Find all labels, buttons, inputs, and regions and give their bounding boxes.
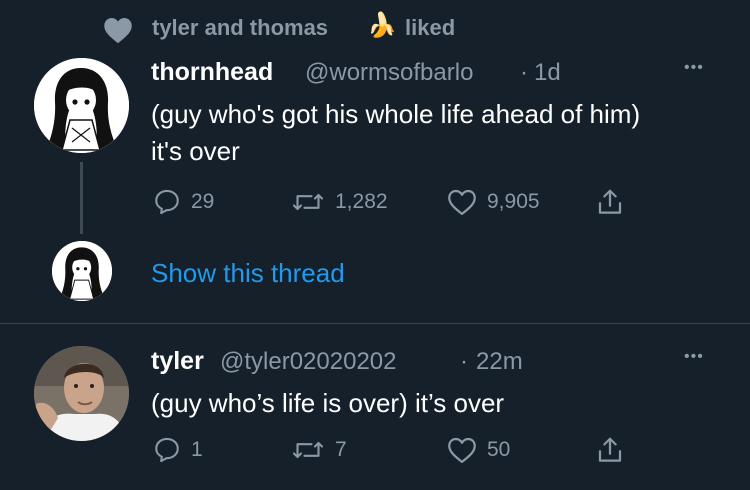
like-button[interactable]: 9,905 [447,188,540,216]
retweet-icon [292,193,324,211]
tweet-text-line-1: (guy who’s life is over) it’s over [151,388,505,418]
anime-girl-avatar-image [34,58,129,153]
more-options-icon[interactable]: ••• [684,348,704,366]
liked-label: liked [405,15,456,40]
share-icon[interactable] [595,435,625,465]
like-button[interactable]: 50 [447,436,510,464]
tweet-timestamp[interactable]: 22m [476,348,523,376]
tweet-1[interactable]: thornhead @wormsofbarlo · 1d ••• (guy wh… [0,58,750,323]
man-portrait-avatar-image [34,346,129,441]
thread-connector-line [80,162,83,234]
retweet-button[interactable]: 7 [291,436,347,464]
retweet-count: 1,282 [335,190,388,213]
show-thread-link[interactable]: Show this thread [151,258,345,289]
retweet-count: 7 [335,438,347,461]
retweet-icon [292,441,324,459]
liked-by-names[interactable]: tyler and thomas [152,15,328,41]
share-icon[interactable] [595,187,625,217]
display-name[interactable]: thornhead [151,58,273,87]
like-count: 50 [487,438,511,461]
reply-button[interactable]: 1 [153,436,203,464]
banana-emoji: 🍌 [367,12,397,39]
separator-dot: · [520,59,528,86]
heart-icon [104,18,132,44]
like-icon [448,189,476,215]
like-icon [448,437,476,463]
tweet-text-line-1: (guy who's got his whole life ahead of h… [151,99,641,129]
user-handle[interactable]: @wormsofbarlo [305,59,473,87]
tweet-timestamp[interactable]: 1d [534,59,561,87]
retweet-button[interactable]: 1,282 [291,188,388,216]
user-handle[interactable]: @tyler02020202 [220,348,396,376]
avatar-tyler[interactable] [34,346,129,441]
tweet-text-line-2: it's over [151,136,240,166]
display-name[interactable]: tyler [151,347,204,376]
more-options-icon[interactable]: ••• [684,59,704,77]
reply-count: 29 [191,190,215,213]
tweet-2[interactable]: tyler @tyler02020202 · 22m ••• (guy who’… [0,324,750,490]
reply-icon [155,189,179,215]
anime-girl-avatar-small-image [52,241,112,301]
reply-icon [155,437,179,463]
avatar-thornhead[interactable] [34,58,129,153]
avatar-thornhead-small[interactable] [52,241,112,301]
like-count: 9,905 [487,190,540,213]
tweet-text: (guy who's got his whole life ahead of h… [151,96,640,170]
reply-button[interactable]: 29 [153,188,214,216]
separator-dot: · [460,348,468,375]
reply-count: 1 [191,438,203,461]
social-context: tyler and thomas 🍌 liked [0,0,750,58]
